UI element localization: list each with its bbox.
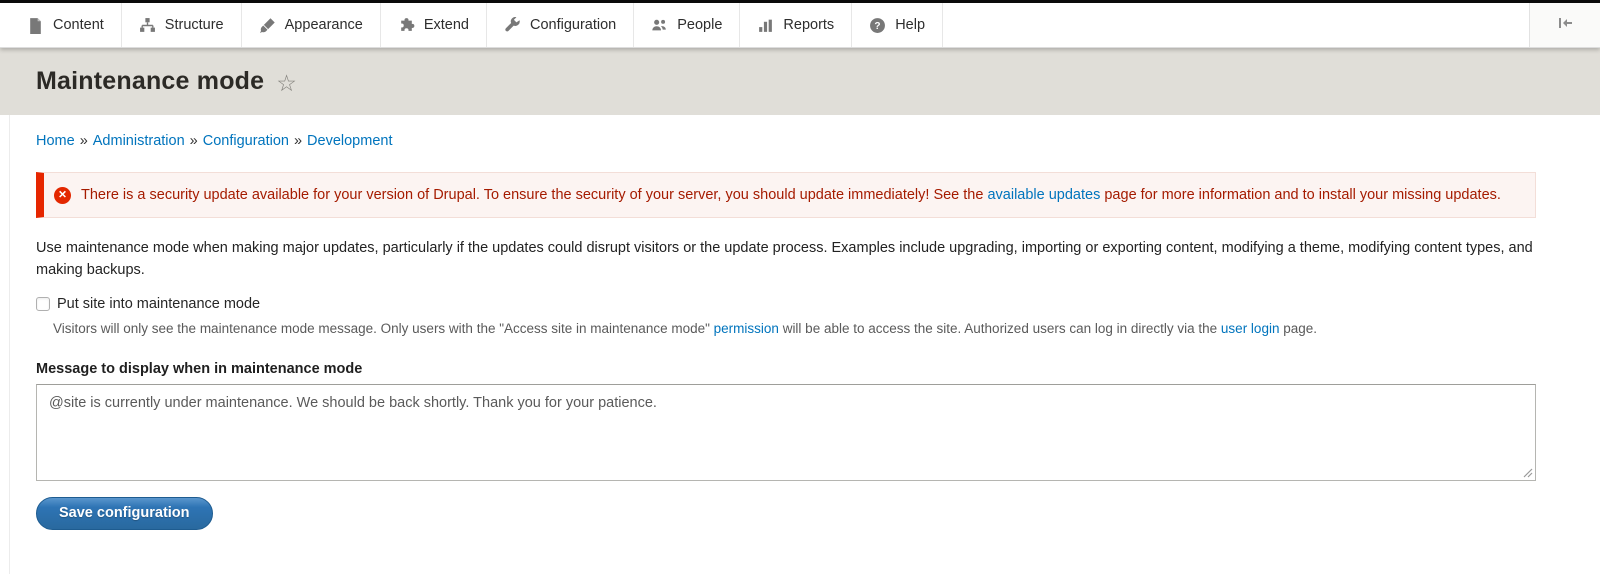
toolbar-item-content[interactable]: Content — [10, 3, 122, 47]
toolbar-item-label: Content — [53, 17, 104, 33]
message-textarea[interactable]: @site is currently under maintenance. We… — [36, 384, 1536, 481]
svg-text:?: ? — [875, 21, 881, 32]
breadcrumb-link-configuration[interactable]: Configuration — [203, 133, 289, 149]
configuration-icon — [504, 17, 521, 34]
message-textarea-wrap: @site is currently under maintenance. We… — [36, 384, 1536, 481]
error-icon: ✕ — [54, 187, 71, 204]
appearance-icon — [259, 17, 276, 34]
people-icon — [651, 17, 668, 34]
toolbar-item-label: Structure — [165, 17, 224, 33]
maintenance-mode-checkbox-row: Put site into maintenance mode — [36, 296, 1536, 312]
toolbar-item-label: Appearance — [285, 17, 363, 33]
structure-icon — [139, 17, 156, 34]
toolbar-item-label: Help — [895, 17, 925, 33]
toolbar-item-appearance[interactable]: Appearance — [242, 3, 381, 47]
toolbar-item-label: People — [677, 17, 722, 33]
permission-link[interactable]: permission — [714, 321, 779, 336]
message-field-label: Message to display when in maintenance m… — [36, 361, 1536, 377]
toolbar-item-people[interactable]: People — [634, 3, 740, 47]
save-configuration-button[interactable]: Save configuration — [36, 497, 213, 530]
intro-text: Use maintenance mode when making major u… — [36, 237, 1536, 281]
help-icon: ? — [869, 17, 886, 34]
toolbar-item-label: Reports — [783, 17, 834, 33]
toolbar-item-label: Extend — [424, 17, 469, 33]
toolbar-item-reports[interactable]: Reports — [740, 3, 852, 47]
breadcrumb-link-administration[interactable]: Administration — [93, 133, 185, 149]
maintenance-mode-checkbox[interactable] — [36, 297, 50, 311]
page-header: Maintenance mode ☆ — [0, 48, 1600, 115]
user-login-link[interactable]: user login — [1221, 321, 1280, 336]
maintenance-mode-checkbox-label[interactable]: Put site into maintenance mode — [57, 296, 260, 312]
toolbar-item-extend[interactable]: Extend — [381, 3, 487, 47]
breadcrumb-separator: » — [190, 133, 198, 149]
toolbar-item-help[interactable]: ? Help — [852, 3, 943, 47]
breadcrumb-link-home[interactable]: Home — [36, 133, 75, 149]
toolbar-orientation-toggle[interactable] — [1529, 3, 1600, 47]
page-title: Maintenance mode — [36, 67, 264, 96]
breadcrumb-link-development[interactable]: Development — [307, 133, 392, 149]
toolbar-orientation-toggle-icon — [1558, 16, 1573, 34]
toolbar-item-configuration[interactable]: Configuration — [487, 3, 634, 47]
reports-icon — [757, 17, 774, 34]
content-icon — [27, 17, 44, 34]
available-updates-link[interactable]: available updates — [987, 187, 1100, 203]
maintenance-mode-description: Visitors will only see the maintenance m… — [53, 319, 1536, 338]
toolbar-item-structure[interactable]: Structure — [122, 3, 242, 47]
error-message-text: There is a security update available for… — [81, 184, 1501, 206]
breadcrumb: Home » Administration » Configuration » Develo… — [36, 115, 1536, 149]
admin-toolbar: Content Structure Appearance Extend Conf… — [0, 3, 1600, 48]
breadcrumb-separator: » — [80, 133, 88, 149]
breadcrumb-separator: » — [294, 133, 302, 149]
favorite-star-icon[interactable]: ☆ — [276, 72, 297, 95]
toolbar-item-label: Configuration — [530, 17, 616, 33]
error-message-box: ✕ There is a security update available f… — [36, 172, 1536, 218]
main-content: Home » Administration » Configuration » Develo… — [0, 115, 1600, 530]
extend-icon — [398, 17, 415, 34]
resize-grip-icon[interactable] — [1523, 468, 1533, 478]
